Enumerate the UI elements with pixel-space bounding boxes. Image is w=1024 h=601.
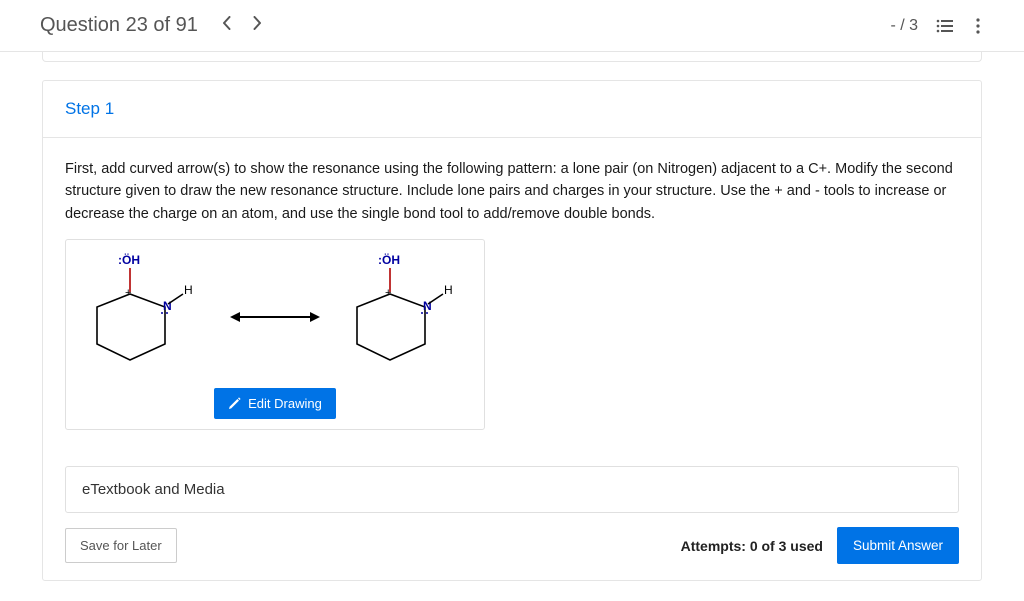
step-card: Step 1 First, add curved arrow(s) to sho… bbox=[42, 80, 982, 581]
step-header: Step 1 bbox=[43, 81, 981, 138]
edit-drawing-label: Edit Drawing bbox=[248, 396, 322, 411]
save-for-later-button[interactable]: Save for Later bbox=[65, 528, 177, 563]
etextbook-label: eTextbook and Media bbox=[82, 481, 225, 498]
n-label: N bbox=[163, 299, 172, 313]
pencil-icon bbox=[228, 397, 241, 410]
molecule-left: :ÖH + N H bbox=[85, 252, 205, 382]
kebab-icon bbox=[976, 18, 980, 34]
list-icon bbox=[936, 19, 954, 33]
attempts-counter: Attempts: 0 of 3 used bbox=[681, 538, 823, 554]
oh-label: :ÖH bbox=[378, 252, 400, 267]
more-options-button[interactable] bbox=[972, 18, 984, 34]
card-body: First, add curved arrow(s) to show the r… bbox=[43, 138, 981, 580]
svg-text:+: + bbox=[385, 287, 391, 299]
h-label: H bbox=[184, 283, 193, 297]
score-display: - / 3 bbox=[890, 17, 918, 35]
submit-answer-button[interactable]: Submit Answer bbox=[837, 527, 959, 564]
header-right: - / 3 bbox=[890, 17, 984, 35]
n-label: N bbox=[423, 299, 432, 313]
chevron-left-icon bbox=[222, 16, 232, 30]
edit-drawing-button[interactable]: Edit Drawing bbox=[214, 388, 336, 419]
resonance-arrow-icon bbox=[230, 307, 320, 327]
svg-text:+: + bbox=[125, 287, 131, 299]
h-label: H bbox=[444, 283, 453, 297]
next-question-button[interactable] bbox=[252, 16, 262, 35]
step-title: Step 1 bbox=[65, 99, 114, 118]
etextbook-media-button[interactable]: eTextbook and Media bbox=[65, 466, 959, 513]
oh-label: :ÖH bbox=[118, 252, 140, 267]
chevron-right-icon bbox=[252, 16, 262, 30]
footer-row: Save for Later Attempts: 0 of 3 used Sub… bbox=[65, 527, 959, 564]
molecule-right: :ÖH + N H bbox=[345, 252, 465, 382]
previous-card-fragment bbox=[42, 52, 982, 62]
drawing-area: :ÖH + N H bbox=[65, 239, 485, 430]
question-counter: Question 23 of 91 bbox=[40, 14, 198, 37]
step-instructions: First, add curved arrow(s) to show the r… bbox=[65, 158, 959, 225]
question-list-button[interactable] bbox=[936, 19, 954, 33]
content-area: Step 1 First, add curved arrow(s) to sho… bbox=[0, 52, 1024, 601]
nav-arrows bbox=[222, 16, 262, 35]
question-header: Question 23 of 91 - / 3 bbox=[0, 0, 1024, 52]
prev-question-button[interactable] bbox=[222, 16, 232, 35]
